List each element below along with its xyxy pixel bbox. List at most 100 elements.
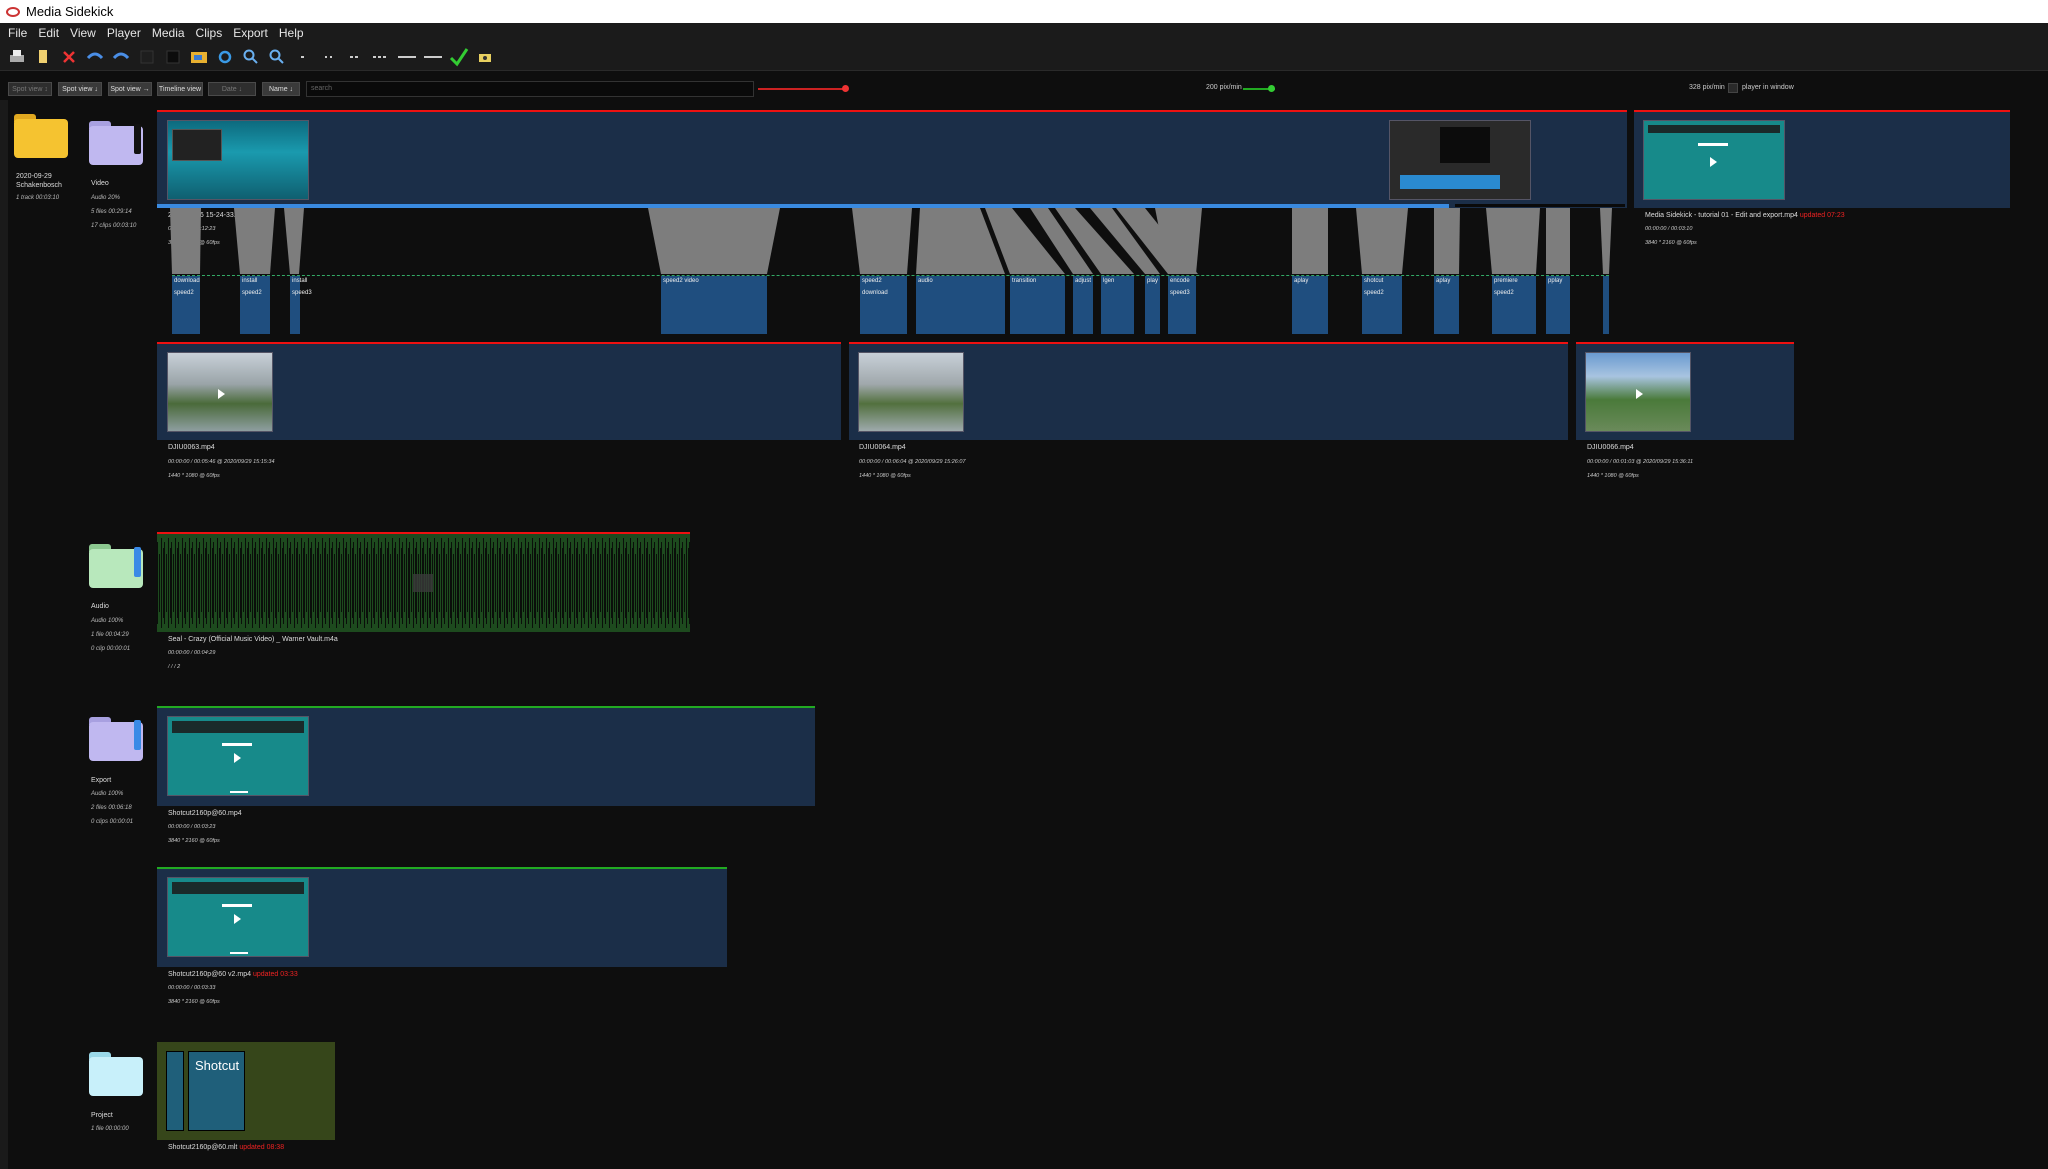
timeline-view-button[interactable]: Timeline view [157,82,203,96]
player-in-window-checkbox[interactable] [1728,83,1738,93]
segment-speed2-download[interactable]: speed2 download [860,276,907,334]
audio-folder-label: Audio [91,603,109,610]
segment-transition[interactable]: transition [1010,276,1065,334]
options-bar: Spot view ↕ Spot view ↓ Spot view → Time… [0,78,2048,100]
menu-export[interactable]: Export [233,26,268,40]
export-folder-meta3: 0 clips 00:00:01 [91,819,134,825]
segment-speed2-video[interactable]: speed2 video [661,276,767,334]
dash-3-icon[interactable] [344,46,366,68]
clip-thumbnail [167,120,309,200]
clip-seal-name: Seal - Crazy (Official Music Video) _ Wa… [168,636,338,643]
segment-lgen[interactable]: lgen [1101,276,1134,334]
clip-dji66-meta1: 00:00:00 / 00:01:03 @ 2020/09/29 15:36:1… [1587,459,1694,465]
folder-icon [89,717,143,761]
video-folder-meta1: Audio 20% [91,195,121,201]
clip-thumbnail [858,352,964,432]
name-sort-button[interactable]: Name ↓ [262,82,300,96]
segment-play[interactable]: play [1145,276,1160,334]
zoom-slider[interactable] [1243,85,1275,92]
clip-tutorial[interactable] [1634,110,2010,208]
clip-shotcut1-meta1: 00:00:00 / 00:03:23 [168,824,216,830]
square-icon[interactable] [162,46,184,68]
clip-shotcut2[interactable] [157,867,727,967]
clip-dji66[interactable] [1576,342,1794,440]
export-folder[interactable] [89,717,143,761]
segment-install[interactable]: install speed2 [240,276,270,334]
segment-adjust[interactable]: adjust [1073,276,1093,334]
root-folder[interactable] [14,114,68,158]
delete-icon[interactable] [58,46,80,68]
clip-thumbnail [167,352,273,432]
clip-seal[interactable] [157,532,690,632]
clip-dji64[interactable] [849,342,1568,440]
segment-premiere[interactable]: premiere speed2 [1492,276,1536,334]
date-sort-button[interactable]: Date ↓ [208,82,256,96]
segment-install-2[interactable]: install speed3 [290,276,312,334]
bookmark-icon[interactable] [32,46,54,68]
zoom-in-icon[interactable] [240,46,262,68]
clip-shotcut2-meta1: 00:00:00 / 00:03:33 [168,985,216,991]
dash-5-icon[interactable] [396,46,418,68]
zoom-out-icon[interactable] [266,46,288,68]
menu-edit[interactable]: Edit [38,26,59,40]
segment-download[interactable]: download speed2 [172,276,200,334]
audio-thumb-icon [413,574,433,592]
redo-icon[interactable] [110,46,132,68]
clip-tutorial-meta2: 3840 * 2160 @ 60fps [1645,240,1697,246]
menu-file[interactable]: File [8,26,27,40]
clip-shotcut1-name: Shotcut2160p@60.mp4 [168,810,242,817]
clip-seal-meta1: 00:00:00 / 00:04:29 [168,650,216,656]
camera-icon[interactable] [474,46,496,68]
menu-view[interactable]: View [70,26,96,40]
print-icon[interactable] [6,46,28,68]
segment-pplay[interactable]: pplay [1546,276,1570,334]
dash-6-icon[interactable] [422,46,444,68]
clip-dji63[interactable] [157,342,841,440]
clip-dji64-name: DJIU0064.mp4 [859,444,906,451]
stop-icon[interactable] [136,46,158,68]
clip-mkv[interactable] [157,110,1627,208]
video-folder[interactable] [89,121,143,165]
undo-icon[interactable] [84,46,106,68]
spot-view-down-button[interactable]: Spot view ↓ [58,82,102,96]
folder-icon [89,544,143,588]
segment-audio[interactable]: audio [916,276,1005,334]
menu-clips[interactable]: Clips [196,26,223,40]
player-in-window-label: player in window [1742,84,1794,91]
check-icon[interactable] [448,46,470,68]
zoom-value-label: 328 pix/min [1689,84,1725,91]
audio-folder[interactable] [89,544,143,588]
project-folder[interactable] [89,1052,143,1096]
dash-4-icon[interactable] [370,46,392,68]
clip-thumbnail [1643,120,1785,200]
clip-shotcut1[interactable] [157,706,815,806]
audio-folder-meta2: 1 file 00:04:29 [91,632,129,638]
spot-view-vertical-button[interactable]: Spot view ↕ [8,82,52,96]
segment-aplay[interactable]: aplay [1292,276,1328,334]
clip-dji64-meta2: 1440 * 1080 @ 60fps [859,473,911,479]
volume-slider[interactable] [758,85,849,92]
audio-folder-meta1: Audio 100% [91,618,124,624]
window-title: Media Sidekick [26,4,114,19]
segment-aplay-2[interactable]: aplay [1434,276,1459,334]
project-folder-label: Project [91,1112,113,1119]
menu-media[interactable]: Media [152,26,185,40]
volume-slider-knob[interactable] [842,85,849,92]
segment-shotcut[interactable]: shotcut speed2 [1362,276,1402,334]
zoom-slider-knob[interactable] [1268,85,1275,92]
clip-mlt[interactable]: Shotcut [157,1042,335,1140]
folder-open-icon[interactable] [188,46,210,68]
dash-1-icon[interactable] [292,46,314,68]
refresh-icon[interactable] [214,46,236,68]
segment-encode[interactable]: encode speed3 [1168,276,1196,334]
menu-help[interactable]: Help [279,26,304,40]
spot-view-right-button[interactable]: Spot view → [108,82,152,96]
clip-seal-meta2: / / / 2 [168,664,181,670]
segment-end[interactable] [1603,276,1609,334]
folder-icon [89,121,143,165]
search-input[interactable]: search [306,81,754,97]
root-folder-label: 2020-09-29 Schakenbosch [16,173,62,189]
dash-2-icon[interactable] [318,46,340,68]
menu-player[interactable]: Player [107,26,141,40]
mlt-thumb-label: Shotcut [195,1058,240,1073]
